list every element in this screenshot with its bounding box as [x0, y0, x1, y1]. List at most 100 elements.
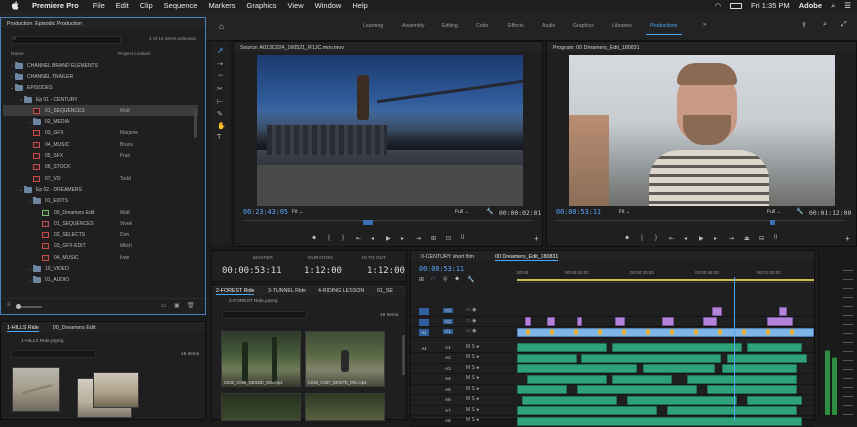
project-tree-row[interactable]: › 01_AUDIO: [3, 275, 198, 286]
clip-marker[interactable]: [550, 329, 554, 335]
app-name-menu[interactable]: Premiere Pro: [32, 1, 79, 10]
track-label[interactable]: V1: [443, 329, 453, 334]
mark-in-icon[interactable]: {: [641, 235, 643, 241]
export-frame-icon[interactable]: ⌷: [774, 235, 778, 242]
clip-marker[interactable]: [646, 329, 650, 335]
audio-clip[interactable]: [707, 385, 797, 395]
column-name[interactable]: Name: [11, 52, 24, 57]
project-tree-row[interactable]: 07_VO Todd: [3, 173, 198, 184]
clip-thumbnail[interactable]: [12, 367, 60, 412]
source-fit-dropdown[interactable]: Fit ⌄: [292, 209, 303, 215]
audio-clip[interactable]: [517, 343, 607, 353]
lift-icon[interactable]: ⏏: [744, 235, 750, 242]
program-timecode[interactable]: 00:00:53:11: [556, 208, 601, 216]
track-header[interactable]: V3 ▭ ◉: [411, 306, 515, 317]
audio-clip[interactable]: [747, 395, 802, 405]
project-search-input[interactable]: [11, 36, 121, 44]
wifi-icon[interactable]: ◠: [715, 2, 721, 10]
timeline-ruler[interactable]: 00:00 00:00:15:00 00:00:30:00 00:00:45:0…: [517, 267, 814, 283]
track-header[interactable]: A8 M S ●: [411, 416, 515, 427]
track-label[interactable]: A1: [443, 345, 453, 350]
wrench-icon[interactable]: 🔧: [796, 208, 803, 215]
playhead[interactable]: [734, 277, 735, 421]
menu-clip[interactable]: Clip: [140, 1, 153, 10]
zoom-slider[interactable]: [16, 304, 42, 309]
track-label[interactable]: V2: [443, 318, 453, 324]
track-label[interactable]: A2: [443, 355, 453, 360]
control-center-icon[interactable]: ☰: [844, 1, 851, 10]
clip-thumbnail[interactable]: [221, 393, 301, 421]
source-scrubber[interactable]: [243, 220, 533, 226]
video-clip[interactable]: [525, 317, 531, 327]
add-button-icon[interactable]: +: [845, 234, 850, 243]
video-clip[interactable]: [767, 317, 793, 327]
video-clip[interactable]: [615, 317, 625, 327]
fullscreen-icon[interactable]: ⤢: [841, 21, 847, 29]
track-mute-solo-icons[interactable]: M S ●: [466, 344, 479, 350]
audio-clip[interactable]: [667, 406, 797, 416]
overwrite-icon[interactable]: ⊡: [446, 235, 451, 242]
audio-clip[interactable]: [527, 374, 607, 384]
tab-dreamers-sequence[interactable]: 00 Dreamers_Edit_180831: [495, 254, 559, 261]
program-fit-dropdown[interactable]: Fit ⌄: [619, 209, 630, 215]
export-frame-icon[interactable]: ⌷: [461, 235, 465, 242]
project-panel-title[interactable]: Production: Episodic Production: [1, 18, 205, 28]
mark-out-icon[interactable]: }: [655, 235, 657, 241]
track-header[interactable]: A1 A1 M S ●: [411, 343, 515, 353]
program-scrubber[interactable]: [556, 220, 846, 226]
track-source-patch[interactable]: A1: [419, 345, 429, 352]
pen-tool-icon[interactable]: ✎: [217, 110, 223, 118]
audio-clip[interactable]: [687, 374, 797, 384]
project-tree-row[interactable]: 04_MUSIC Ivan: [3, 252, 198, 263]
track-mute-solo-icons[interactable]: M S ●: [466, 386, 479, 392]
track-header[interactable]: A2 M S ●: [411, 353, 515, 364]
clip-marker[interactable]: [574, 329, 578, 335]
track-header[interactable]: V2 ▭ ◉: [411, 317, 515, 327]
track-toggle-icons[interactable]: ▭ ◉: [466, 328, 476, 334]
clock[interactable]: Fri 1:35 PM: [751, 1, 790, 10]
slip-tool-icon[interactable]: ⊢: [217, 98, 223, 106]
spotlight-icon[interactable]: ⌕: [831, 1, 835, 11]
go-to-out-icon[interactable]: ⇥: [729, 235, 734, 242]
track-label[interactable]: A5: [443, 387, 453, 392]
track-source-patch[interactable]: [419, 408, 429, 415]
marker-icon[interactable]: ⬥: [312, 235, 316, 242]
workspace-tab-assembly[interactable]: Assembly: [402, 23, 425, 29]
track-source-patch[interactable]: V1: [419, 329, 429, 336]
search-icon[interactable]: ⌕: [823, 21, 827, 29]
audio-clip[interactable]: [517, 353, 577, 363]
track-source-patch[interactable]: [419, 355, 429, 362]
new-item-icon[interactable]: ▣: [174, 302, 180, 309]
tab-se[interactable]: 01_SE: [377, 288, 393, 294]
track-mute-solo-icons[interactable]: M S ●: [466, 417, 479, 423]
step-back-icon[interactable]: ◂: [684, 235, 687, 242]
track-mute-solo-icons[interactable]: M S ●: [466, 365, 479, 371]
track-header[interactable]: A7 M S ●: [411, 406, 515, 416]
clip-marker[interactable]: [694, 329, 698, 335]
project-tree-row[interactable]: › CHANNEL BRAND ELEMENTS: [3, 60, 198, 71]
marker-icon[interactable]: ⬥: [625, 235, 629, 242]
program-quality-dropdown[interactable]: Full ⌄: [767, 209, 781, 215]
project-tree-row[interactable]: 01_SEQUENCES Matt: [3, 105, 198, 117]
audio-clip[interactable]: [581, 353, 721, 363]
audio-clip[interactable]: [627, 395, 737, 405]
menu-file[interactable]: File: [93, 1, 105, 10]
project-tree-row[interactable]: 01_SEQUENCES Vivek: [3, 218, 198, 229]
apple-icon[interactable]: [10, 1, 20, 10]
audio-clip[interactable]: [517, 416, 802, 426]
track-header[interactable]: A4 M S ●: [411, 374, 515, 385]
selection-tool-icon[interactable]: ➚: [217, 46, 224, 55]
track-header[interactable]: A5 M S ●: [411, 385, 515, 395]
clip-thumbnail[interactable]: C048_C006_0301BD_001.mp4: [221, 331, 301, 387]
workspace-tab-learning[interactable]: Learning: [363, 23, 383, 29]
tab-riding-lesson[interactable]: 4-RIDING LESSON: [318, 288, 364, 294]
go-to-out-icon[interactable]: ⇥: [416, 235, 421, 242]
source-monitor-title[interactable]: Source: A013C024_160521_R1JC.mov.mov: [234, 42, 542, 52]
go-to-in-icon[interactable]: ⇤: [356, 235, 361, 242]
track-label[interactable]: V3: [443, 308, 453, 313]
adobe-label[interactable]: Adobe: [799, 1, 822, 10]
hand-tool-icon[interactable]: ✋: [217, 122, 226, 130]
source-video-frame[interactable]: [257, 55, 523, 206]
clip-thumbnail[interactable]: C048_C057_0301PD_001.mp4: [305, 331, 385, 387]
menu-window[interactable]: Window: [315, 1, 342, 10]
